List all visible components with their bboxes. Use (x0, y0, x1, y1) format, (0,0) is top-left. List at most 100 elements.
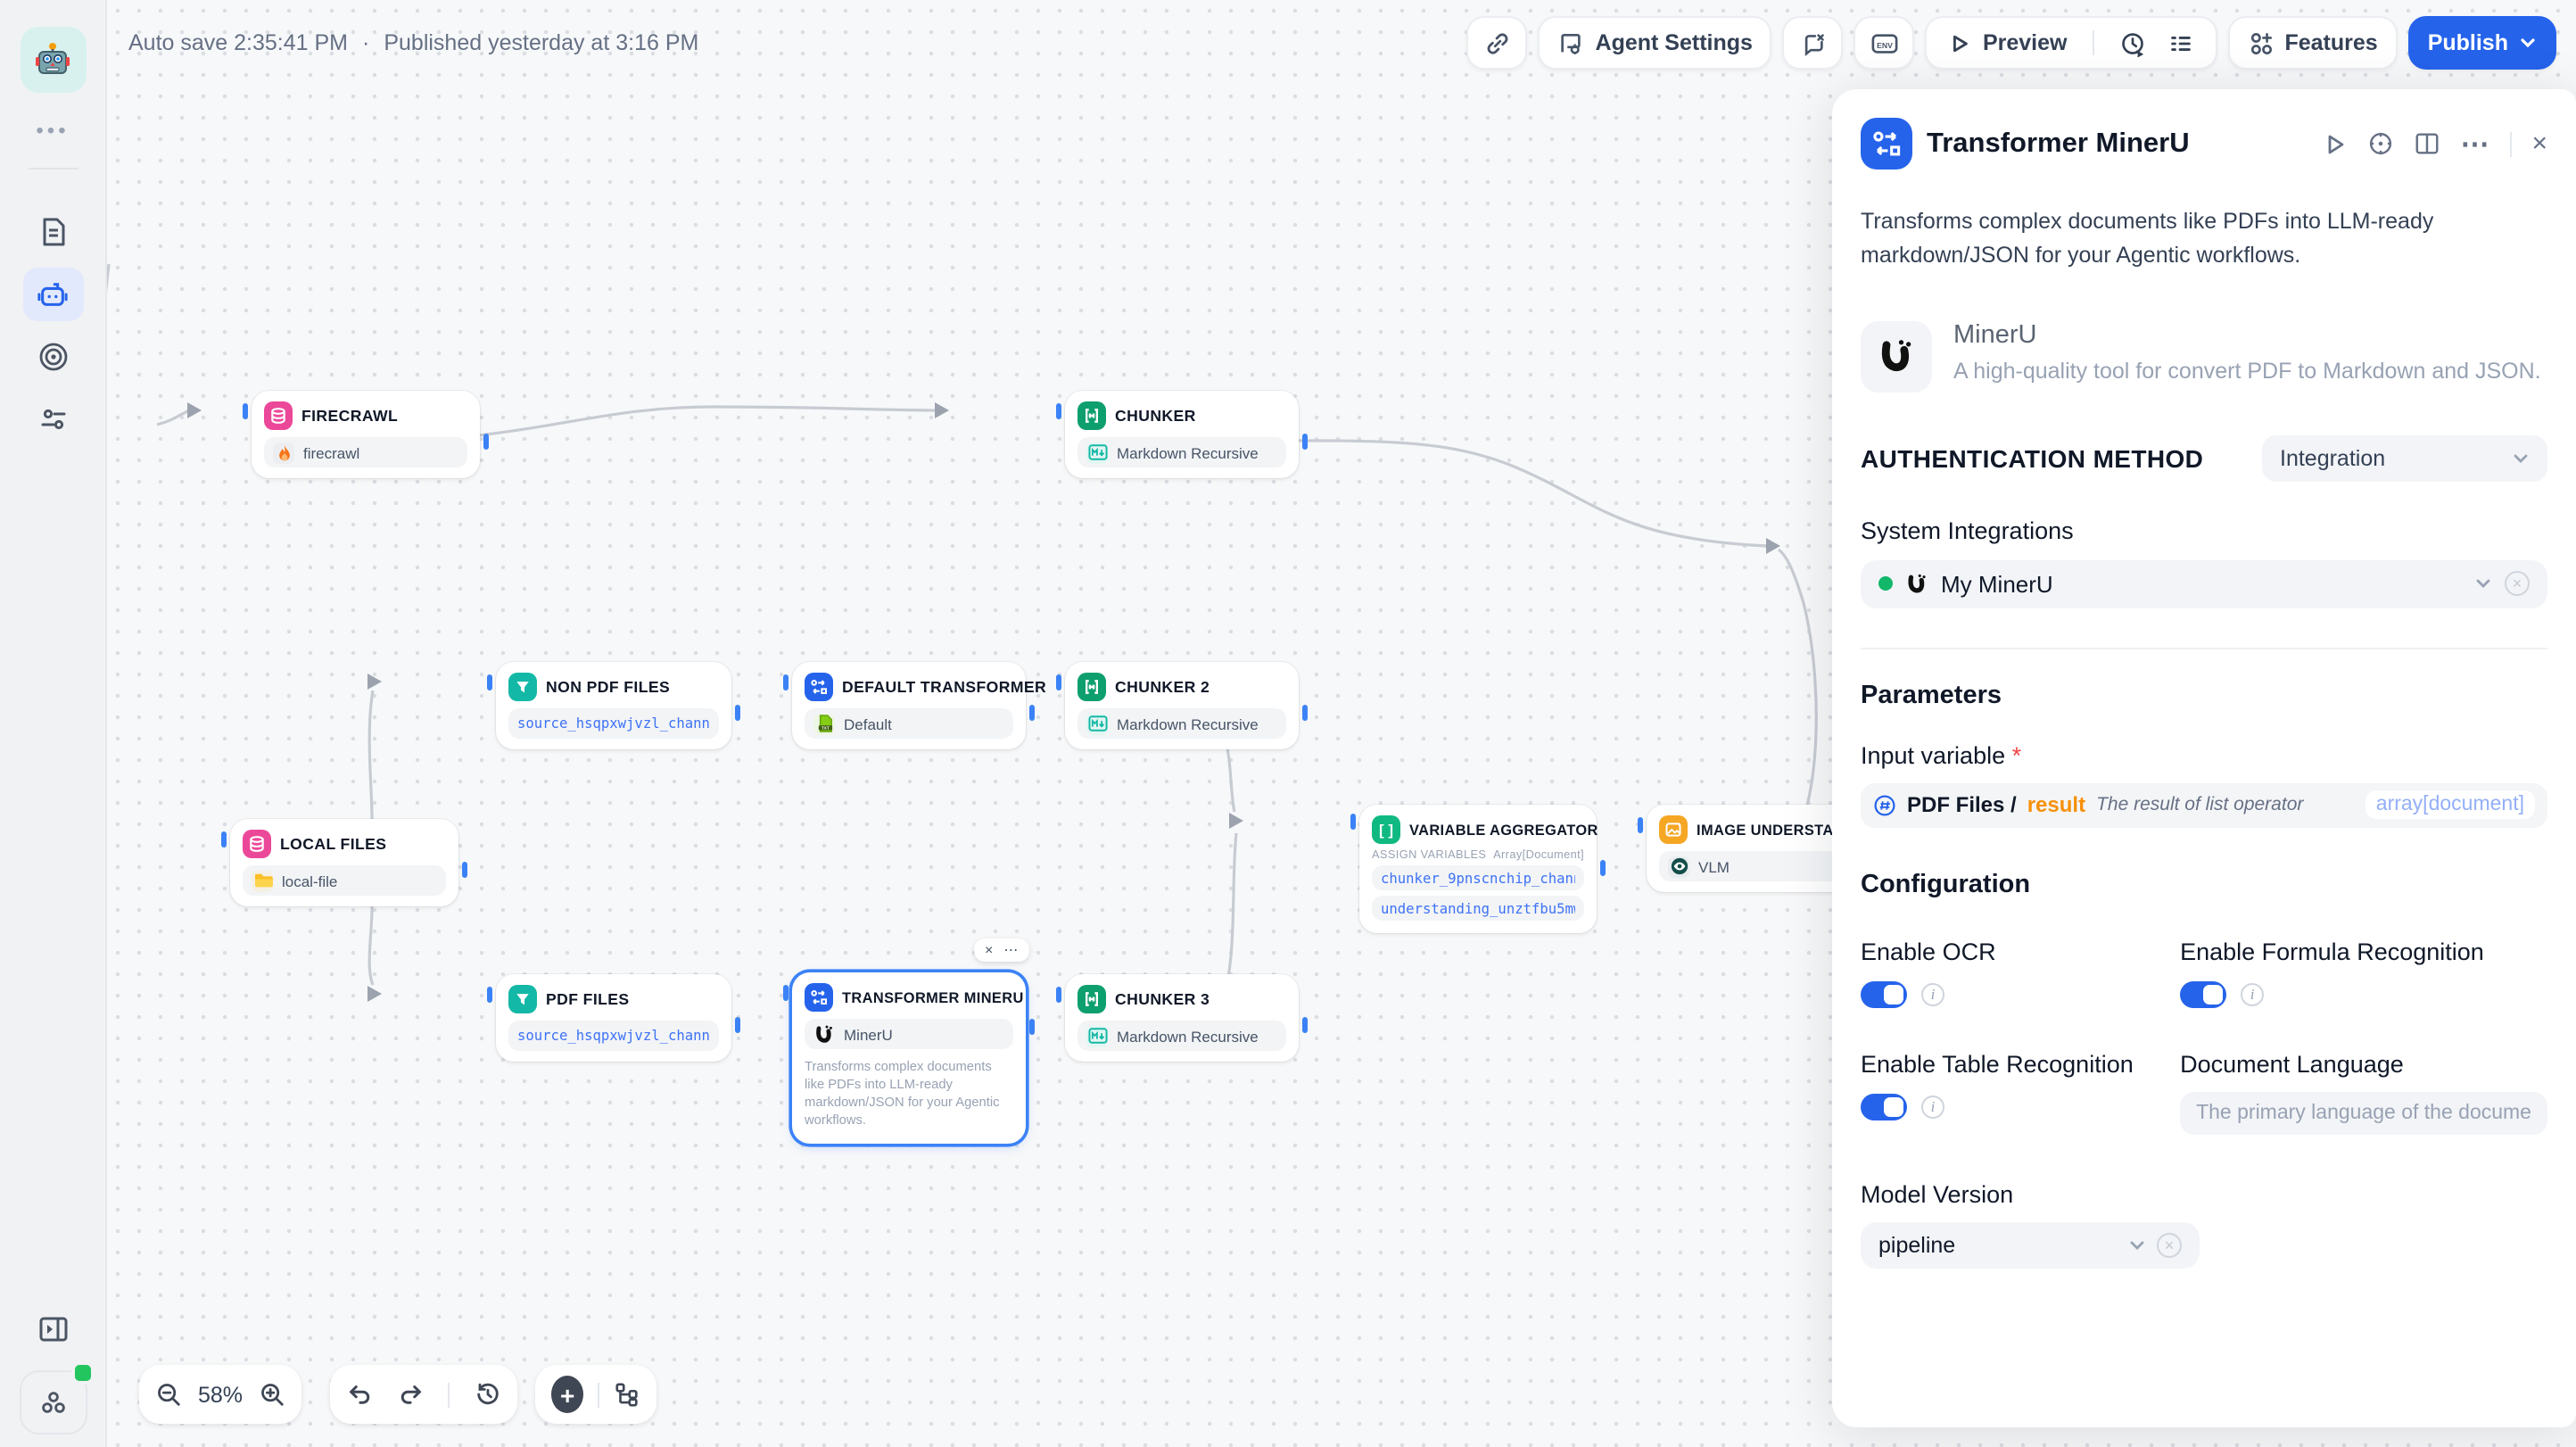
output-handle[interactable] (1600, 860, 1606, 876)
node-title: VARIABLE AGGREGATOR (1409, 822, 1598, 838)
input-handle[interactable] (487, 987, 492, 1003)
add-node-button[interactable]: + (551, 1376, 583, 1413)
robot-icon (36, 279, 70, 310)
node-chunker-2[interactable]: CHUNKER 2 Markdown Recursive (1065, 662, 1299, 749)
node-chunker[interactable]: CHUNKER Markdown Recursive (1065, 391, 1299, 478)
node-title: PDF FILES (546, 990, 630, 1008)
output-handle[interactable] (483, 434, 489, 450)
version-history-button[interactable] (475, 1381, 501, 1408)
sidebar-item-targets[interactable] (22, 330, 83, 384)
zoom-out-button[interactable] (155, 1381, 182, 1408)
output-handle[interactable] (735, 705, 740, 721)
database-icon (243, 830, 271, 858)
auto-layout-button[interactable] (614, 1381, 640, 1408)
features-button[interactable]: Features (2227, 16, 2397, 70)
zoom-toolbar: 58% (139, 1365, 301, 1424)
integration-select[interactable]: My MinerU × (1861, 560, 2547, 608)
input-handle[interactable] (1056, 987, 1061, 1003)
chevron-down-icon (2512, 450, 2530, 467)
variable-hint: The result of list operator (2096, 795, 2303, 816)
node-variable-aggregator[interactable]: [ ] VARIABLE AGGREGATOR ASSIGN VARIABLES… (1359, 805, 1597, 933)
output-handle[interactable] (1302, 434, 1308, 450)
document-language-input[interactable]: The primary language of the docume (2180, 1092, 2547, 1135)
collapse-sidebar-button[interactable] (22, 1302, 83, 1356)
clear-integration-icon[interactable]: × (2505, 572, 2530, 597)
txt-file-icon: TXT (813, 713, 835, 734)
nodes-cluster-icon (37, 1386, 69, 1418)
publish-button[interactable]: Publish (2408, 16, 2556, 70)
info-icon[interactable]: i (1921, 983, 1944, 1006)
input-handle[interactable] (1350, 814, 1356, 830)
copy-link-button[interactable] (1467, 16, 1528, 70)
input-variable-select[interactable]: PDF Files / result The result of list op… (1861, 783, 2547, 828)
input-handle[interactable] (1638, 817, 1643, 833)
output-handle[interactable] (735, 1017, 740, 1033)
checklist-icon (2167, 29, 2193, 56)
input-handle[interactable] (243, 403, 248, 419)
variable-type-badge: array[document] (2365, 791, 2535, 820)
sidebar-item-settings[interactable] (22, 393, 83, 446)
undo-button[interactable] (346, 1381, 373, 1408)
bullseye-icon (37, 341, 69, 373)
sidebar-more-icon[interactable]: ••• (36, 118, 69, 143)
run-history-button[interactable] (2104, 29, 2208, 56)
online-status-badge (70, 1361, 94, 1385)
enable-ocr-toggle[interactable] (1861, 981, 1907, 1008)
split-view-button[interactable] (2414, 130, 2440, 157)
output-handle[interactable] (1302, 1017, 1308, 1033)
node-default-transformer[interactable]: DEFAULT TRANSFORMER TXT Default (792, 662, 1026, 749)
output-handle[interactable] (1029, 1019, 1035, 1035)
info-icon[interactable]: i (2241, 983, 2264, 1006)
zoom-in-button[interactable] (259, 1381, 285, 1408)
autosave-status: Auto save 2:35:41 PM (128, 30, 348, 55)
redo-button[interactable] (397, 1381, 424, 1408)
node-transformer-mineru[interactable]: TRANSFORMER MINERU MinerU Transforms com… (792, 972, 1026, 1144)
input-handle[interactable] (783, 985, 788, 1001)
delete-node-icon[interactable]: × (985, 942, 993, 958)
panel-more-button[interactable]: ⋯ (2460, 126, 2490, 161)
aggregated-variable: chunker_9pnscnchip_channel… (1372, 865, 1584, 890)
focus-node-button[interactable] (2367, 130, 2394, 157)
annotation-button[interactable] (1783, 16, 1844, 70)
node-firecrawl[interactable]: FIRECRAWL firecrawl (252, 391, 480, 478)
agent-settings-button[interactable]: Agent Settings (1539, 16, 1772, 70)
info-icon[interactable]: i (1921, 1096, 1944, 1119)
workspace-button[interactable] (19, 1370, 87, 1435)
node-tool: Markdown Recursive (1077, 437, 1286, 467)
app-avatar[interactable] (20, 27, 86, 93)
input-handle[interactable] (1056, 403, 1061, 419)
input-handle[interactable] (221, 831, 227, 848)
published-status: Published yesterday at 3:16 PM (384, 30, 698, 55)
output-handle[interactable] (1302, 705, 1308, 721)
enable-formula-toggle[interactable] (2180, 981, 2226, 1008)
node-local-files[interactable]: LOCAL FILES local-file (230, 819, 458, 906)
sidebar-item-documents[interactable] (22, 205, 83, 259)
mineru-icon (813, 1023, 835, 1045)
folder-icon (252, 870, 273, 891)
output-handle[interactable] (462, 862, 467, 878)
run-node-button[interactable] (2323, 131, 2348, 156)
node-config-panel: Transformer MinerU ⋯ × Transforms comple… (1832, 89, 2576, 1427)
output-handle[interactable] (1029, 705, 1035, 721)
enable-formula-label: Enable Formula Recognition (2180, 938, 2547, 965)
close-panel-button[interactable]: × (2531, 128, 2547, 159)
node-chunker-3[interactable]: CHUNKER 3 Markdown Recursive (1065, 974, 1299, 1062)
node-non-pdf-files[interactable]: NON PDF FILES source_hsqpxwjvzl_channe… (496, 662, 731, 749)
sidebar-item-agents[interactable] (22, 268, 83, 321)
preview-button[interactable]: Preview (1935, 30, 2082, 55)
zoom-level[interactable]: 58% (198, 1382, 243, 1407)
input-handle[interactable] (1056, 674, 1061, 690)
node-pdf-files[interactable]: PDF FILES source_hsqpxwjvzl_channe… (496, 974, 731, 1062)
node-tool: local-file (243, 865, 446, 896)
node-more-icon[interactable]: ⋯ (1003, 942, 1018, 958)
input-handle[interactable] (783, 674, 788, 690)
node-description: Transforms complex documents like PDFs i… (805, 1058, 1013, 1129)
enable-table-toggle[interactable] (1861, 1094, 1907, 1120)
auth-method-select[interactable]: Integration (2262, 435, 2547, 482)
env-variables-button[interactable]: ENV (1854, 16, 1915, 70)
model-version-select[interactable]: pipeline × (1861, 1222, 2200, 1269)
input-handle[interactable] (487, 674, 492, 690)
array-type-label: Array[Document] (1493, 849, 1584, 862)
clear-model-icon[interactable]: × (2157, 1233, 2182, 1258)
aggregator-meta: ASSIGN VARIABLES Array[Document] (1372, 849, 1584, 862)
